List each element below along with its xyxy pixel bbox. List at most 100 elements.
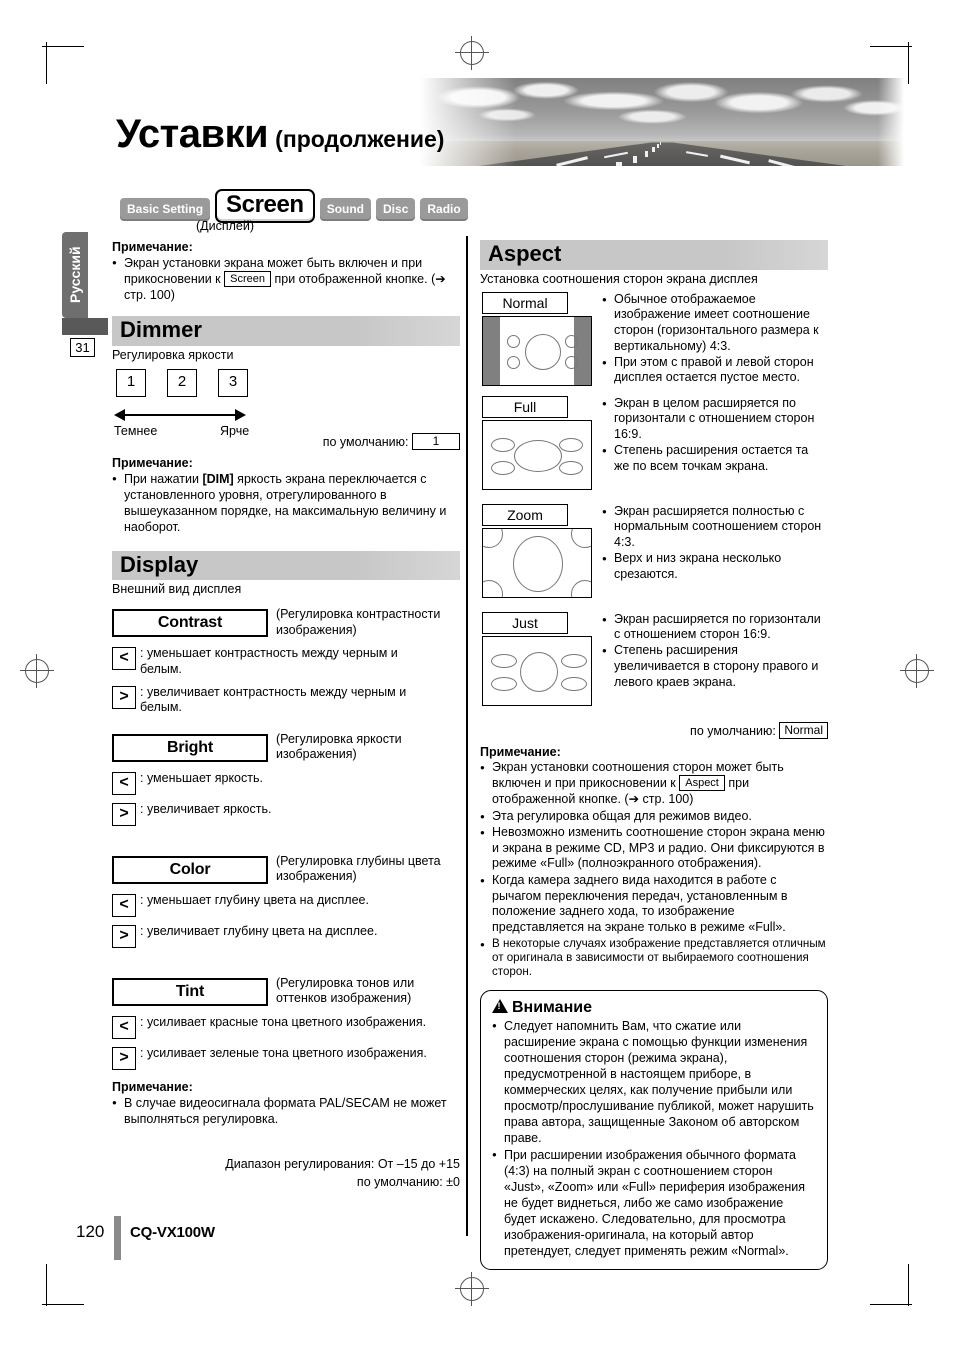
left-column: Примечание: Экран установки экрана может… (112, 240, 460, 1127)
contrast-less-row: <: уменьшает контрастность между черным … (112, 646, 460, 677)
bright-button[interactable]: Bright (112, 733, 268, 762)
chapter-number-badge: 31 (70, 338, 95, 357)
color-less-text: : уменьшает глубину цвета на дисплее. (140, 892, 369, 907)
screen-note-list: Экран установки экрана может быть включе… (112, 255, 460, 303)
section-header-aspect: Aspect (480, 240, 828, 270)
aspect-default-row: по умолчанию: Normal (480, 721, 828, 739)
figure-circle-tr (565, 334, 578, 348)
figure-circle-center (520, 651, 558, 692)
aspect-note-item: Экран установки соотношения сторон может… (480, 760, 828, 808)
screen-key-button[interactable]: Screen (224, 271, 271, 287)
registration-mark-right (900, 654, 934, 688)
bright-more-row: >: увеличивает яркость. (112, 802, 460, 826)
tint-increase-button[interactable]: > (112, 1046, 136, 1070)
tint-more-row: >: усиливает зеленые тона цветного изобр… (112, 1046, 460, 1070)
aspect-label-zoom[interactable]: Zoom (482, 503, 568, 526)
dimmer-note-item: При нажатии [DIM] яркость экрана переклю… (112, 471, 460, 535)
aspect-figure-just (482, 635, 592, 706)
crop-mark-bottom-right-h (870, 1304, 912, 1305)
caution-heading-text: Внимание (512, 998, 592, 1016)
settings-tab-bar: Basic Setting Screen Sound Disc Radio (120, 189, 473, 223)
tab-screen[interactable]: Screen (215, 189, 315, 223)
footer-model-name: CQ-VX100W (130, 1224, 215, 1241)
color-more-text: : увеличивает глубину цвета на дисплее. (140, 923, 378, 938)
display-range-block: Диапазон регулирования: От –15 до +15 по… (112, 1155, 460, 1191)
color-less-row: < : уменьшает глубину цвета на дисплее. (112, 893, 460, 917)
page-title: Уставки (продолжение) (116, 112, 444, 157)
aspect-text-just: Экран расширяется по горизонтали с отнош… (602, 612, 824, 691)
screen-note-heading: Примечание: (112, 240, 193, 254)
aspect-bullet: Экран в целом расширяется по горизонтали… (602, 396, 824, 443)
param-tint: Tint (Регулировка тонов или оттенков изоб… (112, 976, 460, 1008)
aspect-note-item: В некоторые случаях изображение представ… (480, 937, 828, 980)
aspect-subtitle: Установка соотношения сторон экрана дисп… (480, 271, 758, 286)
contrast-decrease-button[interactable]: < (112, 647, 136, 671)
aspect-mode-normal: Normal Обычное отображаемое изображение … (480, 291, 828, 392)
caution-item: При расширении изображения обычного форм… (492, 1147, 816, 1259)
contrast-increase-button[interactable]: > (112, 685, 136, 709)
crop-mark-bottom-right-v (908, 1264, 909, 1306)
arrow-head-right-icon (235, 408, 246, 421)
bright-less-row: < : уменьшает яркость. (112, 771, 460, 795)
crop-mark-bottom-left-v (46, 1264, 47, 1306)
aspect-label-normal[interactable]: Normal (482, 291, 568, 314)
crop-mark-top-right-v (908, 42, 909, 84)
display-subtitle: Внешний вид дисплея (112, 582, 242, 597)
dimmer-level-2[interactable]: 2 (167, 368, 197, 397)
dimmer-level-1[interactable]: 1 (116, 368, 146, 397)
aspect-bullet: Экран расширяется по горизонтали с отнош… (602, 612, 824, 644)
display-note-heading: Примечание: (112, 1079, 193, 1094)
registration-mark-bottom (455, 1272, 489, 1306)
figure-circle-center (525, 333, 561, 370)
bright-increase-button[interactable]: > (112, 802, 136, 826)
bright-less-text: : уменьшает яркость. (140, 770, 263, 785)
dimmer-level-3[interactable]: 3 (218, 368, 248, 397)
figure-ellipse-bl (491, 676, 517, 691)
aspect-bullet: Обычное отображаемое изображение имеет с… (602, 292, 824, 355)
figure-ellipse-tr (559, 437, 583, 452)
contrast-button[interactable]: Contrast (112, 609, 268, 638)
tab-sound[interactable]: Sound (319, 197, 372, 221)
figure-circle-br (565, 355, 578, 369)
figure-circle-br-clipped (571, 579, 591, 597)
figure-circle-tr-clipped (571, 528, 591, 548)
tab-radio[interactable]: Radio (420, 197, 468, 221)
figure-ellipse-tl (491, 437, 515, 452)
screen-note-item: Экран установки экрана может быть включе… (112, 255, 460, 303)
bright-description: (Регулировка яркости изображения) (276, 731, 402, 761)
color-button[interactable]: Color (112, 855, 268, 884)
registration-mark-left (20, 654, 54, 688)
tab-basic-setting[interactable]: Basic Setting (120, 197, 211, 221)
aspect-note-item: Когда камера заднего вида находится в ра… (480, 873, 828, 936)
column-divider (466, 236, 468, 1236)
screen-note-text-c: при отображенной кнопке. (274, 272, 428, 286)
contrast-more-row: >: увеличивает контрастность между черны… (112, 685, 460, 716)
display-range-line: Диапазон регулирования: От –15 до +15 (225, 1157, 460, 1171)
section-header-dimmer: Dimmer (112, 316, 460, 346)
tint-decrease-button[interactable]: < (112, 1015, 136, 1039)
aspect-figure-zoom (482, 527, 592, 598)
bright-decrease-button[interactable]: < (112, 771, 136, 795)
dimmer-note-list: При нажатии [DIM] яркость экрана переклю… (112, 471, 460, 535)
aspect-bullet: Верх и низ экрана несколько срезаются. (602, 551, 824, 583)
aspect-label-just[interactable]: Just (482, 611, 568, 634)
crop-mark-bottom-left-h (42, 1304, 84, 1305)
color-increase-button[interactable]: > (112, 924, 136, 948)
banner-right-fade (878, 78, 904, 166)
display-default-line: по умолчанию: ±0 (356, 1175, 460, 1190)
aspect-label-full[interactable]: Full (482, 395, 568, 418)
aspect-key-button[interactable]: Aspect (679, 775, 725, 792)
figure-circle-bl (507, 355, 520, 369)
figure-circle-center (513, 535, 563, 592)
color-decrease-button[interactable]: < (112, 893, 136, 917)
tint-button[interactable]: Tint (112, 977, 268, 1006)
aspect-bullet: При этом с правой и левой сторон дисплея… (602, 355, 824, 387)
contrast-less-text: : уменьшает контрастность между черным и… (140, 646, 398, 676)
figure-circle-tl-clipped (483, 528, 503, 548)
dimmer-level-row: 1 2 3 Темнее Ярче (112, 368, 460, 447)
param-bright: Bright (Регулировка яркости изображения) (112, 731, 460, 764)
figure-ellipse-br (559, 460, 583, 475)
language-tab-label: Русский (67, 246, 83, 304)
tab-disc[interactable]: Disc (376, 197, 416, 221)
arrow-shaft (120, 413, 240, 417)
